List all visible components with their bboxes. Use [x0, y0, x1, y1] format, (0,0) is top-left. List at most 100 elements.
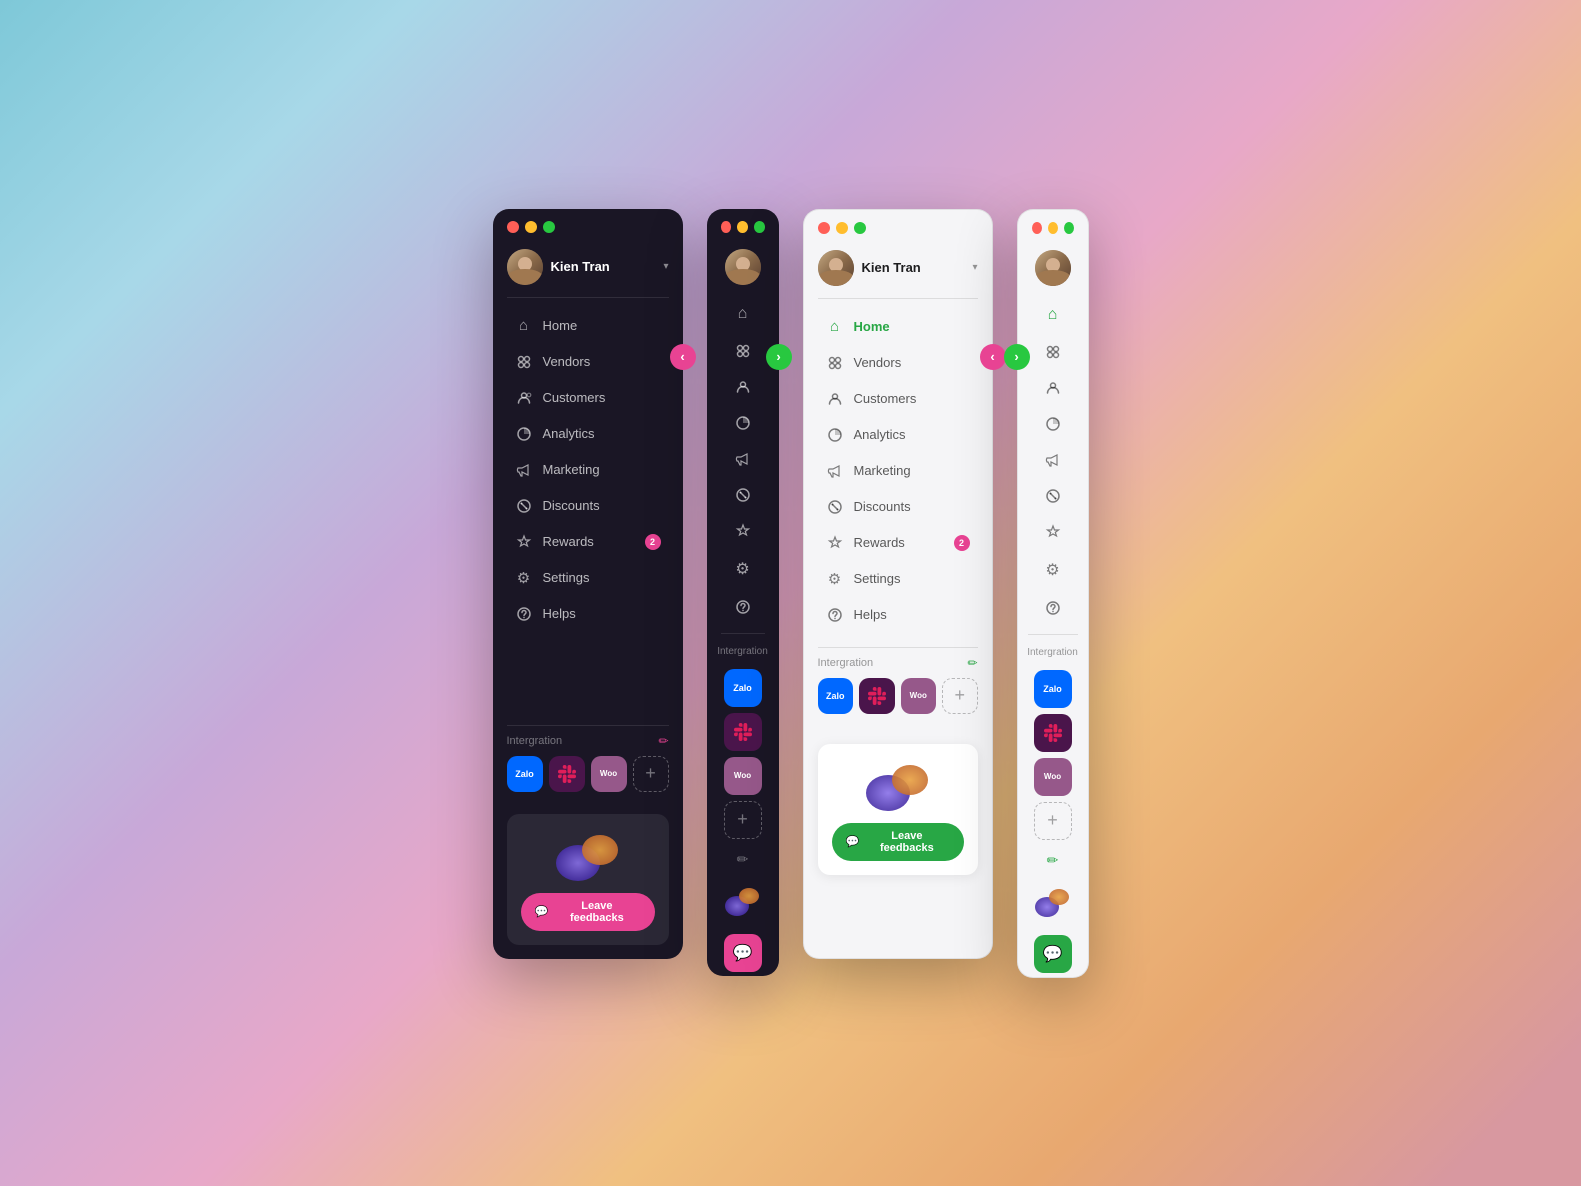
- nav-customers-light[interactable]: Customers: [818, 381, 978, 417]
- slack-icon-light[interactable]: [859, 678, 895, 714]
- feedback-btn-collapsed-dark[interactable]: 💬: [724, 934, 762, 972]
- pencil-edit-dc[interactable]: ✏: [707, 847, 779, 872]
- dot-green-le[interactable]: [854, 222, 866, 234]
- dot-red[interactable]: [507, 221, 519, 233]
- woo-icon-dark[interactable]: Woo: [591, 756, 627, 792]
- nav-arrow-light-expanded[interactable]: ‹: [980, 344, 1006, 370]
- woo-icon-lc[interactable]: Woo: [1034, 758, 1072, 796]
- dot-yellow-le[interactable]: [836, 222, 848, 234]
- woo-icon-light[interactable]: Woo: [901, 678, 937, 714]
- zalo-icon-dark[interactable]: Zalo: [507, 756, 543, 792]
- nav-home-collapsed-light[interactable]: ⌂: [1026, 296, 1080, 334]
- dot-yellow[interactable]: [525, 221, 537, 233]
- nav-customers-dark[interactable]: Customers: [507, 380, 669, 416]
- integration-icons-light: Zalo Woo +: [818, 678, 978, 714]
- slack-icon-lc[interactable]: [1034, 714, 1072, 752]
- nav-helps-dark[interactable]: Helps: [507, 596, 669, 632]
- discounts-icon-dark: [515, 497, 533, 515]
- nav-arrow-light-collapsed[interactable]: ›: [1004, 344, 1030, 370]
- dot-green[interactable]: [543, 221, 555, 233]
- nav-settings-collapsed-dark[interactable]: ⚙: [715, 549, 771, 589]
- nav-rewards-dark[interactable]: Rewards 2: [507, 524, 669, 560]
- avatar-light: [818, 250, 854, 286]
- nav-arrow-dark-collapsed[interactable]: ›: [766, 344, 792, 370]
- nav-vendors-dark[interactable]: Vendors: [507, 344, 669, 380]
- nav-discounts-collapsed-light[interactable]: [1026, 478, 1080, 514]
- home-icon-dark: ⌂: [515, 317, 533, 335]
- user-name-dark: Kien Tran: [551, 259, 656, 274]
- integration-add-lc[interactable]: +: [1034, 802, 1072, 840]
- nav-vendors-collapsed-light[interactable]: [1026, 334, 1080, 370]
- integration-add-light[interactable]: +: [942, 678, 978, 714]
- feedback-button-dark[interactable]: 💬 Leave feedbacks: [521, 893, 655, 931]
- integration-col-light: Zalo Woo +: [1018, 662, 1088, 848]
- nav-discounts-light[interactable]: Discounts: [818, 489, 978, 525]
- dot-yellow-dc[interactable]: [737, 221, 748, 233]
- nav-home-light[interactable]: ⌂ Home: [818, 309, 978, 345]
- nav-analytics-collapsed-light[interactable]: [1026, 406, 1080, 442]
- zalo-icon-dc[interactable]: Zalo: [724, 669, 762, 707]
- nav-customers-collapsed-dark[interactable]: [715, 369, 771, 405]
- nav-rewards-light[interactable]: Rewards 2: [818, 525, 978, 561]
- nav-vendors-light[interactable]: Vendors: [818, 345, 978, 381]
- feedback-button-light[interactable]: 💬 Leave feedbacks: [832, 823, 964, 861]
- dot-red-le[interactable]: [818, 222, 830, 234]
- nav-icons-dark-collapsed: ⌂ ⚙: [707, 295, 779, 625]
- zalo-icon-light[interactable]: Zalo: [818, 678, 854, 714]
- dropdown-arrow-dark[interactable]: ▾: [663, 261, 668, 272]
- nav-settings-dark[interactable]: ⚙ Settings: [507, 560, 669, 596]
- nav-marketing-light[interactable]: Marketing: [818, 453, 978, 489]
- nav-helps-collapsed-dark[interactable]: [715, 589, 771, 625]
- slack-icon-dark[interactable]: [549, 756, 585, 792]
- zalo-icon-lc[interactable]: Zalo: [1034, 670, 1072, 708]
- nav-marketing-collapsed-dark[interactable]: [715, 441, 771, 477]
- nav-analytics-dark[interactable]: Analytics: [507, 416, 669, 452]
- nav-home-collapsed-dark[interactable]: ⌂: [715, 295, 771, 333]
- discounts-icon-light: [826, 498, 844, 516]
- nav-analytics-collapsed-dark[interactable]: [715, 405, 771, 441]
- nav-customers-collapsed-light[interactable]: [1026, 370, 1080, 406]
- integration-add-dc[interactable]: +: [724, 801, 762, 839]
- woo-icon-dc[interactable]: Woo: [724, 757, 762, 795]
- nav-discounts-label-dark: Discounts: [543, 498, 600, 513]
- nav-marketing-collapsed-light[interactable]: [1026, 442, 1080, 478]
- nav-customers-label-dark: Customers: [543, 390, 606, 405]
- dropdown-arrow-light[interactable]: ▾: [972, 262, 977, 273]
- nav-helps-light[interactable]: Helps: [818, 597, 978, 633]
- feedback-btn-label-light: Leave feedbacks: [864, 830, 949, 854]
- zalo-label-dc: Zalo: [733, 683, 752, 693]
- nav-rewards-collapsed-light[interactable]: [1026, 514, 1080, 550]
- nav-settings-light[interactable]: ⚙ Settings: [818, 561, 978, 597]
- edit-pencil-dark[interactable]: ✏: [658, 734, 668, 748]
- nav-analytics-light[interactable]: Analytics: [818, 417, 978, 453]
- user-section-light: Kien Tran ▾: [818, 244, 978, 299]
- dot-green-dc[interactable]: [754, 221, 765, 233]
- integration-add-dark[interactable]: +: [633, 756, 669, 792]
- nav-discounts-dark[interactable]: Discounts: [507, 488, 669, 524]
- bubble-illustration-dark: [548, 828, 628, 883]
- edit-pencil-light[interactable]: ✏: [967, 656, 977, 670]
- nav-marketing-dark[interactable]: Marketing: [507, 452, 669, 488]
- feedback-icon-section-lc: 💬: [1018, 931, 1088, 977]
- dot-red-lc[interactable]: [1032, 222, 1042, 234]
- nav-rewards-collapsed-dark[interactable]: [715, 513, 771, 549]
- feedback-btn-collapsed-light[interactable]: 💬: [1034, 935, 1072, 973]
- nav-helps-collapsed-light[interactable]: [1026, 590, 1080, 626]
- dot-yellow-lc[interactable]: [1048, 222, 1058, 234]
- integration-label-lc: Intergration: [1018, 643, 1088, 662]
- title-bar-dark-expanded: [493, 209, 683, 243]
- nav-customers-label-light: Customers: [854, 391, 917, 406]
- nav-vendors-collapsed-dark[interactable]: [715, 333, 771, 369]
- slack-icon-dc[interactable]: [724, 713, 762, 751]
- integration-label-dark: Intergration ✏: [507, 734, 669, 748]
- nav-discounts-collapsed-dark[interactable]: [715, 477, 771, 513]
- nav-settings-collapsed-light[interactable]: ⚙: [1026, 550, 1080, 590]
- sidebar-dark-expanded-content: Kien Tran ▾ ⌂ Home Vendors: [493, 243, 683, 725]
- nav-arrow-dark-expanded[interactable]: ‹: [670, 344, 696, 370]
- bubble-small-dc: [707, 872, 779, 930]
- nav-home-dark[interactable]: ⌂ Home: [507, 308, 669, 344]
- pencil-edit-lc[interactable]: ✏: [1018, 848, 1088, 873]
- dot-red-dc[interactable]: [721, 221, 732, 233]
- nav-helps-label-light: Helps: [854, 607, 887, 622]
- dot-green-lc[interactable]: [1064, 222, 1074, 234]
